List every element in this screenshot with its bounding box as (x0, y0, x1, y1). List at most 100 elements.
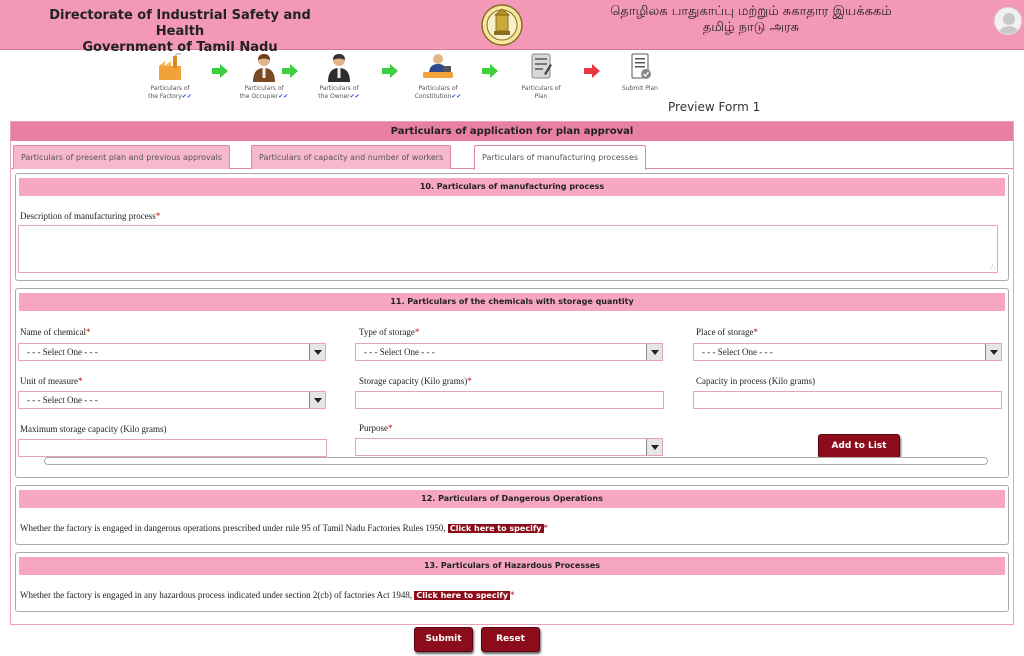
chevron-down-icon[interactable] (646, 439, 662, 455)
chemical-name-select[interactable]: - - - Select One - - - (18, 343, 326, 361)
step-label: Particulars of (418, 85, 458, 92)
specify-hazardous-link[interactable]: Click here to specify (414, 591, 511, 600)
submit-button[interactable]: Submit (414, 627, 473, 652)
user-avatar-icon[interactable] (994, 7, 1022, 35)
required-mark: * (753, 327, 758, 337)
form-tabs: Particulars of present plan and previous… (11, 141, 1013, 170)
question-text: Whether the factory is engaged in danger… (20, 523, 446, 533)
required-mark: * (414, 327, 420, 337)
storage-type-select[interactable]: - - - Select One - - - (355, 343, 663, 361)
purpose-select[interactable] (355, 438, 663, 456)
plan-icon (531, 53, 552, 79)
owner-icon (328, 54, 350, 82)
step-label: Particulars of (244, 85, 284, 92)
check-icon: ✔✔ (451, 93, 462, 100)
tab-manufacturing-processes[interactable]: Particulars of manufacturing processes (474, 145, 647, 170)
step-label: Constitution (414, 93, 452, 100)
resize-grip-icon[interactable]: ∴ (991, 263, 995, 271)
storage-type-label: Type of storage* (359, 327, 419, 337)
step-label: Particulars of (150, 85, 190, 92)
tab-present-plan[interactable]: Particulars of present plan and previous… (13, 145, 231, 169)
progress-steps: Particulars of the Factory✔✔ Particulars … (0, 52, 1024, 112)
step-submit-plan[interactable]: Submit Plan (605, 52, 675, 93)
form-title: Particulars of application for plan appr… (11, 122, 1013, 141)
section-title: 11. Particulars of the chemicals with st… (19, 293, 1005, 311)
dangerous-operations-question: Whether the factory is engaged in danger… (20, 523, 548, 533)
label-text: Storage capacity (Kilo grams) (359, 376, 468, 386)
section-chemicals-storage: 11. Particulars of the chemicals with st… (15, 288, 1009, 478)
description-label: Description of manufacturing process* (20, 211, 160, 221)
storage-capacity-input[interactable] (355, 391, 664, 409)
tamil-nadu-emblem-icon (481, 4, 523, 46)
storage-capacity-label: Storage capacity (Kilo grams)* (359, 376, 472, 386)
step-label: Plan (534, 93, 548, 100)
required-mark: * (155, 211, 161, 221)
label-text: Unit of measure (20, 376, 78, 386)
required-mark: * (543, 523, 549, 533)
reset-button[interactable]: Reset (481, 627, 540, 652)
chevron-down-icon[interactable] (985, 344, 1001, 360)
arrow-right-icon (382, 64, 398, 78)
app-header: Directorate of Industrial Safety and Hea… (0, 0, 1024, 55)
step-label: Particulars of (521, 85, 561, 92)
arrow-right-icon (212, 64, 228, 78)
max-capacity-label: Maximum storage capacity (Kilo grams) (20, 424, 167, 434)
label-text: Type of storage (359, 327, 415, 337)
section-title: 10. Particulars of manufacturing process (19, 178, 1005, 196)
required-mark: * (510, 590, 515, 600)
plan-approval-form: Particulars of application for plan appr… (10, 121, 1014, 625)
tab-capacity-workers[interactable]: Particulars of capacity and number of wo… (251, 145, 452, 169)
question-text: Whether the factory is engaged in any ha… (20, 590, 413, 600)
header-tamil-line2: தமிழ் நாடு அரசு (702, 20, 800, 35)
section-manufacturing-process: 10. Particulars of manufacturing process… (15, 173, 1009, 281)
chevron-down-icon[interactable] (309, 392, 325, 408)
arrow-right-icon (282, 64, 298, 78)
chemical-name-label: Name of chemical* (20, 327, 90, 337)
required-mark: * (467, 376, 472, 386)
arrow-right-icon (584, 64, 600, 78)
check-icon: ✔✔ (349, 93, 360, 100)
process-capacity-input[interactable] (693, 391, 1002, 409)
required-mark: * (85, 327, 91, 337)
chevron-down-icon[interactable] (646, 344, 662, 360)
select-value: - - - Select One - - - (702, 347, 773, 357)
step-label: Particulars of (319, 85, 359, 92)
add-to-list-button[interactable]: Add to List (818, 434, 900, 458)
specify-dangerous-link[interactable]: Click here to specify (447, 524, 544, 533)
hazardous-process-question: Whether the factory is engaged in any ha… (20, 590, 515, 600)
label-text: Description of manufacturing process (20, 211, 156, 221)
chevron-down-icon[interactable] (309, 344, 325, 360)
step-constitution[interactable]: Particulars of Constitution✔✔ (403, 52, 473, 101)
submit-plan-icon (631, 53, 651, 79)
occupier-icon (253, 54, 275, 82)
preview-form-label[interactable]: Preview Form 1 (668, 100, 760, 114)
label-text: Purpose (359, 423, 388, 433)
header-tamil-line1: தொழிலக பாதுகாப்பு மற்றும் சுகாதார இயக்கக… (610, 4, 892, 19)
purpose-label: Purpose* (359, 423, 393, 433)
max-capacity-input[interactable] (18, 439, 327, 457)
step-owner[interactable]: Particulars of the Owner✔✔ (304, 52, 374, 101)
header-title-english: Directorate of Industrial Safety and Hea… (40, 8, 320, 56)
section-title: 13. Particulars of Hazardous Processes (19, 557, 1005, 575)
factory-icon (159, 53, 182, 80)
check-icon: ✔✔ (181, 93, 192, 100)
step-label: the Owner (318, 93, 350, 100)
step-label: the Occupier (239, 93, 279, 100)
check-icon: ✔✔ (278, 93, 289, 100)
required-mark: * (77, 376, 83, 386)
section-dangerous-operations: 12. Particulars of Dangerous Operations … (15, 485, 1009, 545)
arrow-right-icon (482, 64, 498, 78)
step-plan[interactable]: Particulars of Plan (506, 52, 576, 101)
horizontal-scrollbar[interactable] (44, 457, 988, 465)
unit-measure-label: Unit of measure* (20, 376, 82, 386)
header-title-line1: Directorate of Industrial Safety and Hea… (49, 8, 311, 39)
process-capacity-label: Capacity in process (Kilo grams) (696, 376, 815, 386)
storage-place-label: Place of storage* (696, 327, 758, 337)
constitution-icon (423, 54, 453, 78)
label-text: Name of chemical (20, 327, 86, 337)
step-factory[interactable]: Particulars of the Factory✔✔ (135, 52, 205, 101)
storage-place-select[interactable]: - - - Select One - - - (693, 343, 1002, 361)
description-textarea[interactable]: ∴ (18, 225, 998, 273)
required-mark: * (388, 423, 393, 433)
unit-measure-select[interactable]: - - - Select One - - - (18, 391, 326, 409)
